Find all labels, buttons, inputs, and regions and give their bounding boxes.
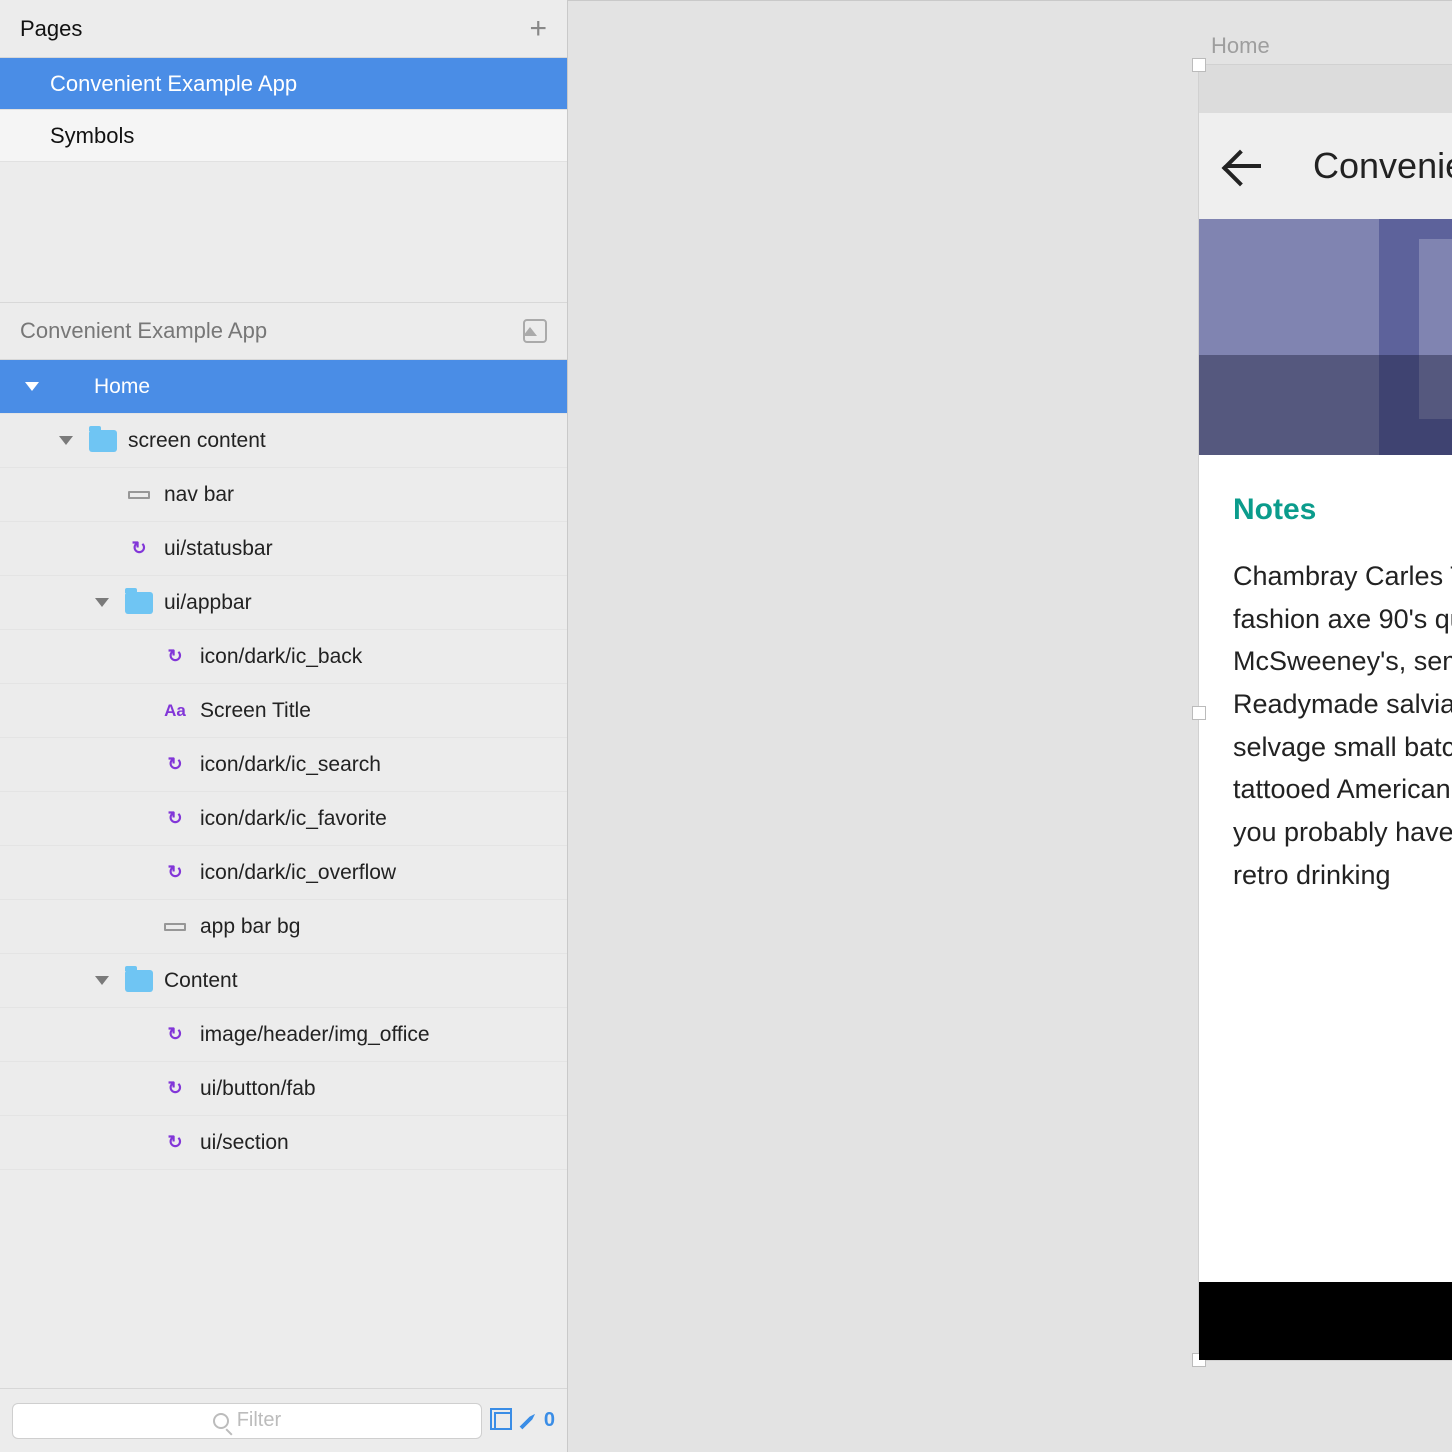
- layer-label: icon/dark/ic_search: [200, 753, 381, 777]
- symbol-icon: ↻: [167, 862, 182, 883]
- resize-handle[interactable]: [1192, 706, 1206, 720]
- folder-icon: [125, 592, 153, 614]
- edit-icon[interactable]: [514, 1406, 542, 1434]
- selection-count: 0: [544, 1409, 555, 1432]
- app-bar: Convenient ♥: [1199, 113, 1452, 219]
- layer-label: nav bar: [164, 483, 234, 507]
- layer-row[interactable]: screen content: [0, 414, 567, 468]
- layer-row[interactable]: ↻ icon/dark/ic_overflow: [0, 846, 567, 900]
- filter-hint: Filter: [237, 1409, 281, 1432]
- layer-label: icon/dark/ic_overflow: [200, 861, 396, 885]
- layer-label: screen content: [128, 429, 266, 453]
- page-row[interactable]: Symbols: [0, 110, 567, 162]
- content-section: Notes Chambray Carles Terry Gibson balls…: [1199, 455, 1452, 934]
- layer-label: image/header/img_office: [200, 1023, 430, 1047]
- artboard-group-header[interactable]: Convenient Example App: [0, 302, 567, 360]
- layer-row[interactable]: ↻ ui/statusbar: [0, 522, 567, 576]
- layer-label: Home: [94, 375, 150, 399]
- shape-icon: [128, 491, 150, 499]
- back-icon[interactable]: [1227, 149, 1261, 183]
- layer-row[interactable]: Content: [0, 954, 567, 1008]
- resize-handle[interactable]: [1192, 58, 1206, 72]
- duplicate-icon[interactable]: [494, 1412, 512, 1430]
- pages-header-title: Pages: [20, 16, 82, 42]
- page-row-selected[interactable]: Convenient Example App: [0, 58, 567, 110]
- symbol-icon: ↻: [167, 808, 182, 829]
- status-bar: 12:30: [1199, 65, 1452, 113]
- selection-controls: 0: [494, 1409, 555, 1432]
- layer-row[interactable]: ui/appbar: [0, 576, 567, 630]
- layer-label: app bar bg: [200, 915, 300, 939]
- layer-label: Content: [164, 969, 238, 993]
- layer-row[interactable]: ↻ ui/section: [0, 1116, 567, 1170]
- layer-row[interactable]: Home: [0, 360, 567, 414]
- pages-header: Pages +: [0, 0, 567, 58]
- folder-icon: [125, 970, 153, 992]
- symbol-icon: ↻: [167, 1078, 182, 1099]
- search-icon: [213, 1413, 229, 1429]
- layer-label: icon/dark/ic_back: [200, 645, 362, 669]
- layer-row[interactable]: ↻ icon/dark/ic_back: [0, 630, 567, 684]
- section-body: Chambray Carles Terry Gibson balls plaid…: [1233, 555, 1452, 896]
- layer-label: icon/dark/ic_favorite: [200, 807, 387, 831]
- artboard-label[interactable]: Home: [1211, 33, 1270, 59]
- folder-icon: [89, 430, 117, 452]
- layer-label: ui/appbar: [164, 591, 252, 615]
- add-page-icon[interactable]: +: [529, 14, 547, 44]
- layer-label: Screen Title: [200, 699, 311, 723]
- symbol-icon: ↻: [131, 538, 146, 559]
- symbol-icon: ↻: [167, 646, 182, 667]
- filter-bar: Filter 0: [0, 1388, 567, 1452]
- layer-row[interactable]: ↻ ui/button/fab: [0, 1062, 567, 1116]
- text-icon: Aa: [164, 701, 186, 721]
- symbol-icon: ↻: [167, 1132, 182, 1153]
- layer-list: Home screen content nav bar ↻ ui/statusbar ui…: [0, 360, 567, 1388]
- layer-row[interactable]: nav bar: [0, 468, 567, 522]
- layer-row[interactable]: app bar bg: [0, 900, 567, 954]
- layer-row[interactable]: ↻ icon/dark/ic_search: [0, 738, 567, 792]
- layer-label: ui/section: [200, 1131, 289, 1155]
- shape-icon: [164, 923, 186, 931]
- layer-row[interactable]: ↻ icon/dark/ic_favorite: [0, 792, 567, 846]
- screen-title: Convenient: [1313, 145, 1452, 187]
- scroll-to-artboard-icon[interactable]: [523, 319, 547, 343]
- symbol-icon: ↻: [167, 754, 182, 775]
- hero-image: [1199, 219, 1452, 455]
- artboard-home[interactable]: 12:30 Convenient ♥ Notes Chambray Carles…: [1199, 65, 1452, 1360]
- filter-input[interactable]: Filter: [12, 1403, 482, 1439]
- symbol-icon: ↻: [167, 1024, 182, 1045]
- layer-row[interactable]: Aa Screen Title: [0, 684, 567, 738]
- layer-label: ui/button/fab: [200, 1077, 316, 1101]
- layer-row[interactable]: ↻ image/header/img_office: [0, 1008, 567, 1062]
- canvas[interactable]: Home 12:30 Convenient ♥ Notes Chambray: [568, 0, 1452, 1452]
- layer-label: ui/statusbar: [164, 537, 273, 561]
- nav-bar: [1199, 1282, 1452, 1360]
- artboard-group-title: Convenient Example App: [20, 318, 267, 344]
- section-title: Notes: [1233, 493, 1452, 527]
- layers-panel: Pages + Convenient Example App Symbols C…: [0, 0, 568, 1452]
